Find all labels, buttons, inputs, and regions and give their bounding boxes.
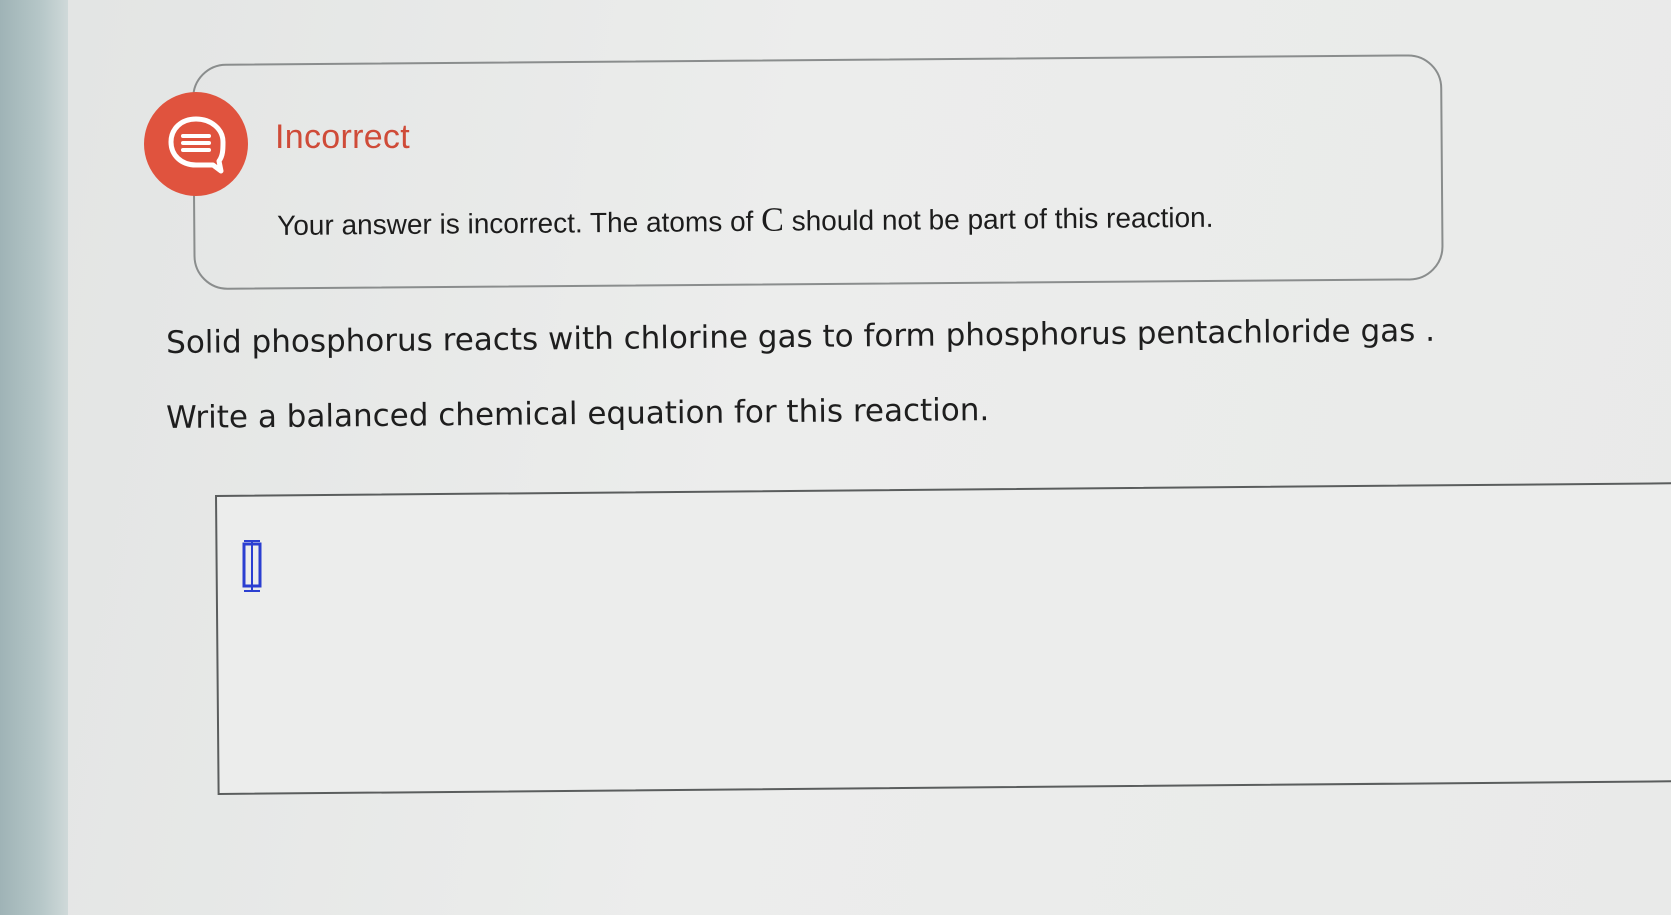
- screen-bezel: [0, 0, 68, 915]
- element-symbol: C: [760, 201, 784, 239]
- feedback-title: Incorrect: [275, 118, 410, 156]
- question-prompt: Write a balanced chemical equation for t…: [166, 392, 990, 436]
- question-statement: Solid phosphorus reacts with chlorine ga…: [166, 312, 1436, 361]
- speech-bubble-icon: [144, 92, 248, 196]
- feedback-message-text-end: should not be part of this reaction.: [783, 201, 1214, 237]
- formula-cursor-icon[interactable]: [238, 538, 268, 594]
- page: Incorrect Your answer is incorrect. The …: [0, 0, 1671, 915]
- feedback-panel: [192, 54, 1444, 290]
- answer-input[interactable]: [215, 481, 1671, 795]
- feedback-message-text-start: Your answer is incorrect. The atoms of: [277, 205, 762, 241]
